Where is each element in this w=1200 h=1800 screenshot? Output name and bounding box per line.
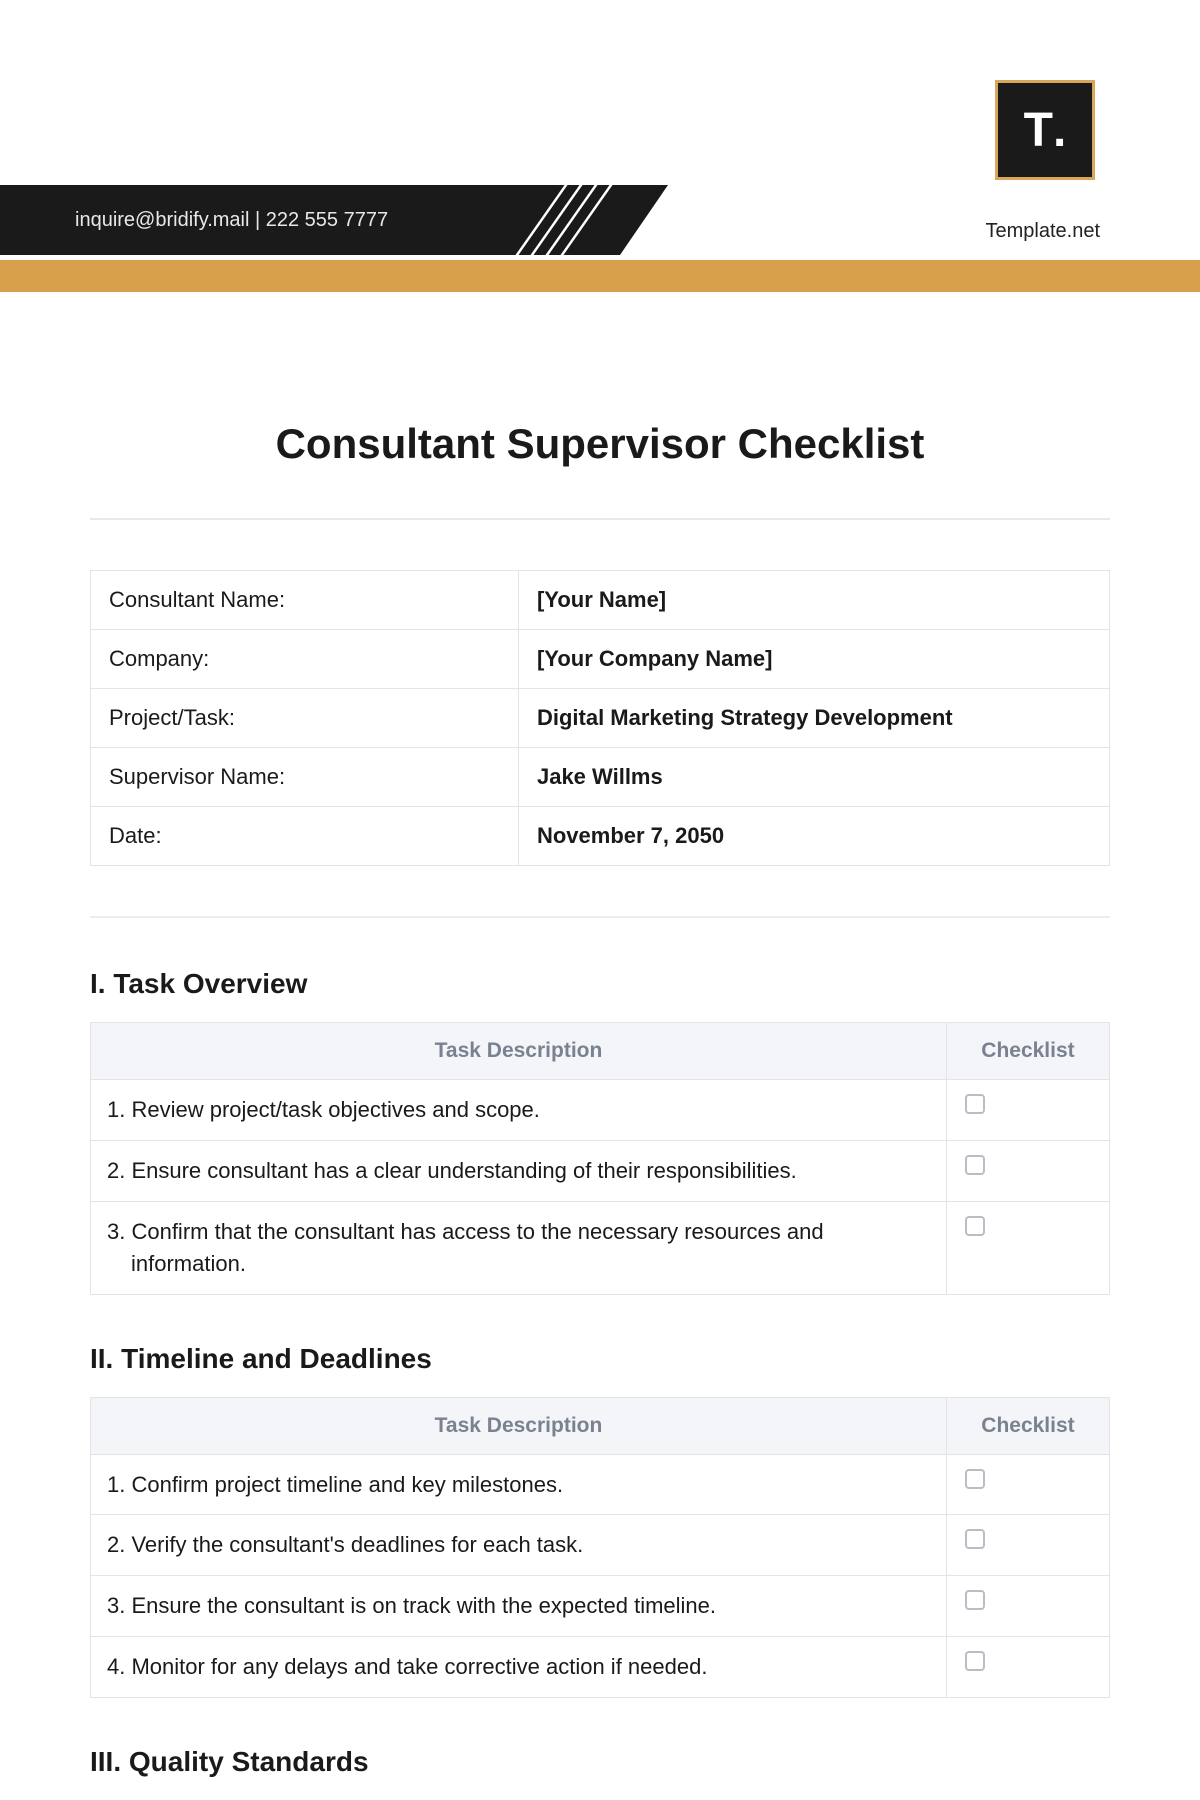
checkbox[interactable] bbox=[965, 1155, 985, 1175]
col-header-desc: Task Description bbox=[91, 1397, 947, 1454]
info-label: Consultant Name: bbox=[91, 571, 519, 630]
info-row: Company: [Your Company Name] bbox=[91, 630, 1110, 689]
info-table: Consultant Name: [Your Name] Company: [Y… bbox=[90, 570, 1110, 866]
col-header-check: Checklist bbox=[946, 1397, 1109, 1454]
task-desc: 2. Verify the consultant's deadlines for… bbox=[91, 1515, 947, 1576]
info-value: Digital Marketing Strategy Development bbox=[518, 689, 1109, 748]
checkbox[interactable] bbox=[965, 1094, 985, 1114]
info-label: Company: bbox=[91, 630, 519, 689]
header-orange-bar bbox=[0, 260, 1200, 292]
info-row: Consultant Name: [Your Name] bbox=[91, 571, 1110, 630]
header-contact-text: inquire@bridify.mail | 222 555 7777 bbox=[75, 209, 388, 232]
task-desc: 2. Ensure consultant has a clear underst… bbox=[91, 1140, 947, 1201]
task-check-cell bbox=[946, 1576, 1109, 1637]
section-heading-1: I. Task Overview bbox=[90, 968, 1110, 1000]
task-desc: 3. Confirm that the consultant has acces… bbox=[91, 1201, 947, 1294]
col-header-check: Checklist bbox=[946, 1023, 1109, 1080]
task-check-cell bbox=[946, 1515, 1109, 1576]
task-check-cell bbox=[946, 1454, 1109, 1515]
section-heading-3: III. Quality Standards bbox=[90, 1746, 1110, 1778]
task-row: 1. Review project/task objectives and sc… bbox=[91, 1080, 1110, 1141]
task-row: 3. Confirm that the consultant has acces… bbox=[91, 1201, 1110, 1294]
task-check-cell bbox=[946, 1637, 1109, 1698]
info-label: Project/Task: bbox=[91, 689, 519, 748]
section-heading-2: II. Timeline and Deadlines bbox=[90, 1343, 1110, 1375]
checkbox[interactable] bbox=[965, 1590, 985, 1610]
task-desc: 3. Ensure the consultant is on track wit… bbox=[91, 1576, 947, 1637]
logo: T. bbox=[995, 80, 1095, 180]
task-check-cell bbox=[946, 1140, 1109, 1201]
task-desc: 4. Monitor for any delays and take corre… bbox=[91, 1637, 947, 1698]
page-title: Consultant Supervisor Checklist bbox=[90, 420, 1110, 468]
task-check-cell bbox=[946, 1080, 1109, 1141]
info-label: Date: bbox=[91, 807, 519, 866]
task-row: 2. Verify the consultant's deadlines for… bbox=[91, 1515, 1110, 1576]
task-table-1: Task Description Checklist 1. Review pro… bbox=[90, 1022, 1110, 1295]
info-value: [Your Name] bbox=[518, 571, 1109, 630]
info-row: Project/Task: Digital Marketing Strategy… bbox=[91, 689, 1110, 748]
logo-dot: . bbox=[1053, 103, 1066, 158]
task-row: 4. Monitor for any delays and take corre… bbox=[91, 1637, 1110, 1698]
info-value: [Your Company Name] bbox=[518, 630, 1109, 689]
checkbox[interactable] bbox=[965, 1529, 985, 1549]
info-value: Jake Willms bbox=[518, 748, 1109, 807]
task-table-2: Task Description Checklist 1. Confirm pr… bbox=[90, 1397, 1110, 1699]
task-check-cell bbox=[946, 1201, 1109, 1294]
info-row: Supervisor Name: Jake Willms bbox=[91, 748, 1110, 807]
brand-name: Template.net bbox=[985, 220, 1100, 243]
info-label: Supervisor Name: bbox=[91, 748, 519, 807]
task-row: 1. Confirm project timeline and key mile… bbox=[91, 1454, 1110, 1515]
task-desc: 1. Confirm project timeline and key mile… bbox=[91, 1454, 947, 1515]
divider bbox=[90, 916, 1110, 918]
checkbox[interactable] bbox=[965, 1469, 985, 1489]
logo-letter: T bbox=[1024, 103, 1051, 158]
header-contact-bar: inquire@bridify.mail | 222 555 7777 bbox=[0, 185, 620, 255]
task-row: 3. Ensure the consultant is on track wit… bbox=[91, 1576, 1110, 1637]
info-row: Date: November 7, 2050 bbox=[91, 807, 1110, 866]
divider bbox=[90, 518, 1110, 520]
task-desc: 1. Review project/task objectives and sc… bbox=[91, 1080, 947, 1141]
task-row: 2. Ensure consultant has a clear underst… bbox=[91, 1140, 1110, 1201]
col-header-desc: Task Description bbox=[91, 1023, 947, 1080]
checkbox[interactable] bbox=[965, 1651, 985, 1671]
checkbox[interactable] bbox=[965, 1216, 985, 1236]
info-value: November 7, 2050 bbox=[518, 807, 1109, 866]
